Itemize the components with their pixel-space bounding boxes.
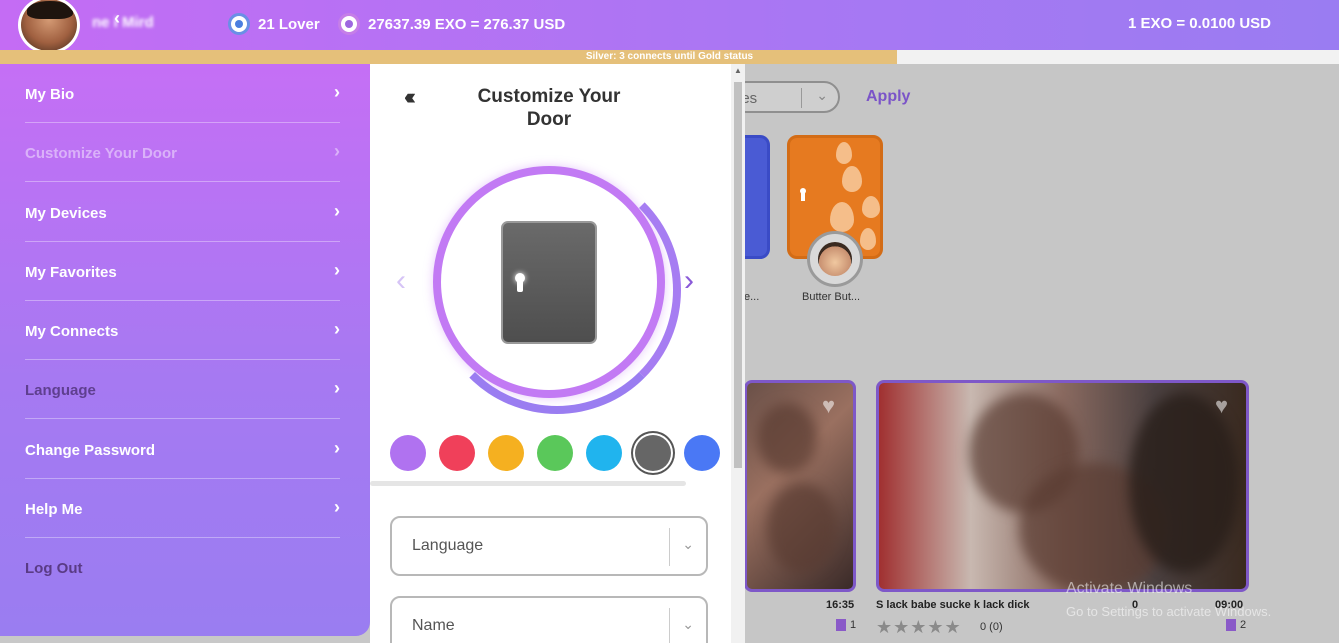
sidebar-item-label: My Favorites (25, 264, 117, 281)
chevron-down-icon: ⌄ (816, 87, 828, 103)
exo-balance-text: 27637.39 EXO = 276.37 USD (368, 15, 566, 33)
apply-button[interactable]: Apply (866, 88, 910, 106)
sidebar-item-log-out[interactable]: Log Out (25, 538, 340, 597)
name-select[interactable]: Name ⌄ (390, 596, 708, 643)
chevron-left-icon[interactable]: ‹ (114, 8, 120, 29)
keyhole-icon (513, 273, 527, 295)
chevron-right-icon: › (334, 378, 340, 398)
collapse-panel-icon[interactable]: ‹‹‹ (404, 84, 416, 110)
sidebar-item-customize-door[interactable]: Customize Your Door › (25, 123, 340, 182)
video-count-text: 2 (1240, 619, 1247, 631)
user-avatar[interactable] (18, 0, 80, 54)
chevron-down-icon: ⌄ (682, 536, 694, 552)
color-swatch[interactable] (684, 435, 720, 471)
sidebar-item-label: My Bio (25, 86, 75, 103)
panel-title: Customize Your Door (477, 86, 621, 130)
rating-count: 0 (0) (980, 621, 1003, 633)
name-placeholder: Name (412, 617, 455, 634)
video-thumbnail[interactable]: ♥ (744, 380, 856, 592)
sidebar-item-help-me[interactable]: Help Me › (25, 479, 340, 538)
chevron-right-icon: › (334, 201, 340, 221)
sidebar-item-my-connects[interactable]: My Connects › (25, 301, 340, 360)
exo-balance[interactable]: 27637.39 EXO = 276.37 USD (338, 13, 565, 35)
card-label: e... (744, 291, 760, 303)
color-swatches (390, 435, 730, 471)
color-swatch[interactable] (390, 435, 426, 471)
video-title[interactable]: S lack babe sucke k lack dick (876, 599, 1029, 611)
scrollbar-thumb[interactable] (734, 82, 742, 468)
status-progress-bar: Silver: 3 connects until Gold status (0, 50, 1339, 64)
sidebar-item-label: Language (25, 382, 96, 399)
sidebar-item-label: Log Out (25, 560, 83, 577)
chevron-right-icon: › (334, 260, 340, 280)
language-select[interactable]: Language ⌄ (390, 516, 708, 576)
windows-watermark-sub: Go to Settings to activate Windows. (1066, 604, 1272, 619)
video-count: 1 (836, 619, 856, 631)
username: ne i Mird (92, 14, 154, 31)
scroll-up-icon[interactable]: ▲ (734, 66, 742, 75)
sidebar-item-label: Help Me (25, 501, 83, 518)
sidebar-item-label: Customize Your Door (25, 145, 177, 162)
sidebar-item-label: My Devices (25, 205, 107, 222)
chevron-right-icon: › (334, 141, 340, 161)
windows-watermark: Activate Windows (1066, 580, 1193, 597)
lover-coin-icon (228, 13, 250, 35)
video-count: 2 (1226, 619, 1246, 631)
category-filter-select[interactable]: ies ⌄ (730, 81, 840, 113)
sidebar-item-language[interactable]: Language › (25, 360, 340, 419)
chevron-down-icon: ⌄ (682, 616, 694, 632)
panel-scrollbar[interactable]: ▲ (731, 64, 745, 643)
heart-icon[interactable]: ♥ (822, 393, 835, 419)
creator-avatar[interactable] (807, 231, 863, 287)
sidebar-item-my-favorites[interactable]: My Favorites › (25, 242, 340, 301)
video-count-text: 1 (850, 619, 857, 631)
status-progress-text: Silver: 3 connects until Gold status (585, 51, 754, 62)
swatch-scroll-track[interactable] (370, 481, 686, 486)
chevron-right-icon: › (334, 82, 340, 102)
sidebar-menu: My Bio › Customize Your Door › My Device… (0, 64, 370, 636)
top-bar: ne i Mird ‹ 21 Lover 27637.39 EXO = 276.… (0, 0, 1339, 54)
sidebar-item-label: My Connects (25, 323, 119, 340)
video-duration: 16:35 (826, 599, 855, 611)
exo-coin-icon (338, 13, 360, 35)
rating-stars[interactable]: ★★★★★ (876, 617, 962, 638)
lover-count[interactable]: 21 Lover (228, 13, 320, 35)
lover-count-text: 21 Lover (258, 15, 320, 33)
previous-door-button[interactable]: ‹ (396, 264, 406, 298)
customize-door-panel: ▲ ‹‹‹ Customize Your Door ‹ › Language ⌄… (370, 64, 745, 643)
sidebar-item-change-password[interactable]: Change Password › (25, 420, 340, 479)
chevron-right-icon: › (334, 319, 340, 339)
color-swatch[interactable] (439, 435, 475, 471)
sidebar-item-my-bio[interactable]: My Bio › (25, 64, 340, 123)
heart-icon[interactable]: ♥ (1215, 393, 1228, 419)
card-label: Butter But... (802, 291, 861, 303)
chevron-right-icon: › (334, 438, 340, 458)
chevron-right-icon: › (334, 497, 340, 517)
exchange-rate: 1 EXO = 0.0100 USD (1128, 15, 1271, 32)
next-door-button[interactable]: › (684, 264, 694, 298)
color-swatch[interactable] (537, 435, 573, 471)
sidebar-item-my-devices[interactable]: My Devices › (25, 183, 340, 242)
language-placeholder: Language (412, 537, 484, 554)
door-preview (501, 221, 597, 344)
keyhole-icon (798, 188, 808, 204)
color-swatch[interactable] (586, 435, 622, 471)
color-swatch[interactable] (635, 435, 671, 471)
color-swatch[interactable] (488, 435, 524, 471)
sidebar-item-label: Change Password (25, 442, 156, 459)
video-thumbnail[interactable]: ♥ (876, 380, 1249, 592)
